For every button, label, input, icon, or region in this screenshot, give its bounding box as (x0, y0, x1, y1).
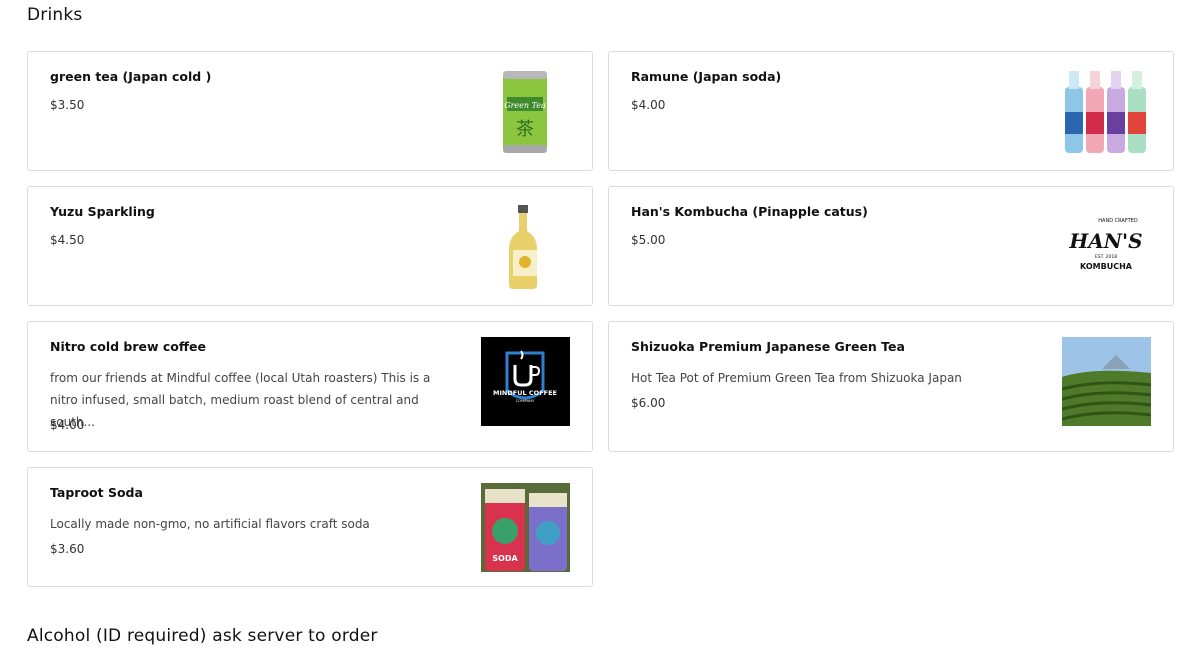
item-image: SODA (481, 483, 570, 572)
menu-item-hans-kombucha[interactable]: Han's Kombucha (Pinapple catus) $5.00 HA… (608, 186, 1174, 306)
svg-text:COMPANY: COMPANY (516, 398, 535, 403)
item-image (1062, 337, 1151, 426)
section-title-drinks: Drinks (27, 5, 83, 25)
tea-field-photo-image (1062, 337, 1151, 426)
item-image: MINDFUL COFFEE COMPANY (481, 337, 570, 426)
item-price: $4.00 (50, 418, 85, 432)
svg-text:HAND CRAFTED: HAND CRAFTED (1098, 218, 1138, 224)
item-name: Shizuoka Premium Japanese Green Tea (631, 339, 905, 354)
svg-text:SODA: SODA (492, 554, 518, 563)
item-image (1062, 67, 1151, 156)
item-name: Han's Kombucha (Pinapple catus) (631, 204, 868, 219)
item-image (481, 202, 570, 291)
ramune-bottles-image (1062, 67, 1151, 156)
item-name: Yuzu Sparkling (50, 204, 155, 219)
section-title-alcohol: Alcohol (ID required) ask server to orde… (27, 626, 378, 646)
item-name: green tea (Japan cold ) (50, 69, 212, 84)
svg-text:EST. 2018: EST. 2018 (1095, 254, 1117, 260)
menu-item-shizuoka-green-tea[interactable]: Shizuoka Premium Japanese Green Tea Hot … (608, 321, 1174, 452)
item-description: Hot Tea Pot of Premium Green Tea from Sh… (631, 371, 962, 385)
item-image: Green Tea 茶 (481, 67, 570, 156)
item-description: Locally made non-gmo, no artificial flav… (50, 517, 370, 531)
menu-item-nitro-cold-brew[interactable]: Nitro cold brew coffee from our friends … (27, 321, 593, 452)
item-price: $4.50 (50, 233, 85, 247)
item-name: Nitro cold brew coffee (50, 339, 206, 354)
item-name: Taproot Soda (50, 485, 143, 500)
item-price: $6.00 (631, 396, 666, 410)
svg-text:MINDFUL COFFEE: MINDFUL COFFEE (493, 389, 557, 397)
menu-item-taproot-soda[interactable]: Taproot Soda Locally made non-gmo, no ar… (27, 467, 593, 587)
hans-kombucha-logo-image: HAND CRAFTED HAN'S EST. 2018 KOMBUCHA (1062, 202, 1151, 291)
svg-text:茶: 茶 (516, 119, 534, 140)
item-description: from our friends at Mindful coffee (loca… (50, 371, 431, 429)
yuzu-bottle-image (481, 202, 570, 291)
green-tea-can-image: Green Tea 茶 (481, 67, 570, 156)
svg-text:KOMBUCHA: KOMBUCHA (1080, 262, 1133, 271)
item-price: $3.50 (50, 98, 85, 112)
item-image: HAND CRAFTED HAN'S EST. 2018 KOMBUCHA (1062, 202, 1151, 291)
item-price: $4.00 (631, 98, 666, 112)
menu-item-ramune[interactable]: Ramune (Japan soda) $4.00 (608, 51, 1174, 171)
svg-text:HAN'S: HAN'S (1068, 229, 1142, 253)
svg-text:Green Tea: Green Tea (504, 101, 546, 110)
item-price: $5.00 (631, 233, 666, 247)
item-name: Ramune (Japan soda) (631, 69, 782, 84)
menu-item-green-tea[interactable]: green tea (Japan cold ) $3.50 Green Tea … (27, 51, 593, 171)
mindful-coffee-logo-image: MINDFUL COFFEE COMPANY (481, 337, 570, 426)
menu-item-yuzu-sparkling[interactable]: Yuzu Sparkling $4.50 (27, 186, 593, 306)
item-price: $3.60 (50, 542, 85, 556)
taproot-soda-cans-image: SODA (481, 483, 570, 572)
